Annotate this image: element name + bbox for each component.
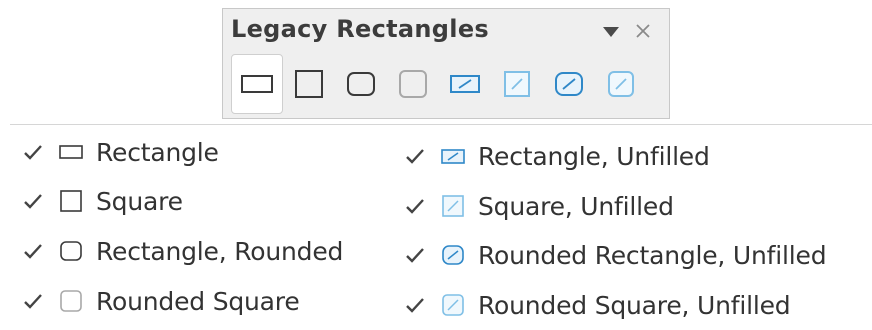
rectangle-button[interactable] <box>231 54 283 114</box>
rounded-square-unfilled-icon <box>442 294 464 316</box>
rectangle-unfilled-icon <box>450 75 480 93</box>
menu-item-square[interactable]: Square <box>22 180 183 222</box>
legacy-rectangles-toolbar: Legacy Rectangles <box>222 8 670 119</box>
menu-item-rectangle-unfilled[interactable]: Rectangle, Unfilled <box>404 135 710 177</box>
check-icon <box>24 244 42 259</box>
square-unfilled-button[interactable] <box>491 54 543 114</box>
square-unfilled-icon <box>504 71 530 97</box>
rounded-square-icon <box>399 70 427 98</box>
toolbar-title: Legacy Rectangles <box>231 15 489 43</box>
menu-item-rectangle-rounded[interactable]: Rectangle, Rounded <box>22 230 343 272</box>
menu-item-label: Square, Unfilled <box>478 191 674 221</box>
rectangle-rounded-button[interactable] <box>335 54 387 114</box>
rounded-rectangle-unfilled-icon <box>555 72 583 96</box>
rounded-square-button[interactable] <box>387 54 439 114</box>
rectangle-icon <box>59 145 83 159</box>
rectangle-rounded-icon <box>60 241 82 261</box>
check-icon <box>406 149 424 164</box>
visible-buttons-menu-left: Rectangle Square Rectangle, Rounded Roun… <box>10 124 392 330</box>
check-icon <box>406 298 424 313</box>
menu-item-rounded-square-unfilled[interactable]: Rounded Square, Unfilled <box>404 284 791 326</box>
square-icon <box>60 190 82 212</box>
close-icon[interactable] <box>633 21 653 41</box>
visible-buttons-menu-right: Rectangle, Unfilled Square, Unfilled Rou… <box>392 124 872 330</box>
menu-item-label: Rectangle, Rounded <box>96 236 344 266</box>
check-icon <box>24 194 42 209</box>
rounded-square-unfilled-button[interactable] <box>595 54 647 114</box>
rounded-square-icon <box>60 290 82 312</box>
rounded-rectangle-unfilled-button[interactable] <box>543 54 595 114</box>
menu-item-label: Rounded Square, Unfilled <box>478 290 791 320</box>
square-icon <box>295 70 323 98</box>
rectangle-rounded-icon <box>347 72 375 96</box>
toolbar-buttons <box>231 54 661 114</box>
menu-item-square-unfilled[interactable]: Square, Unfilled <box>404 185 674 227</box>
rectangle-unfilled-button[interactable] <box>439 54 491 114</box>
dropdown-arrow-icon[interactable] <box>603 27 619 37</box>
menu-item-label: Rounded Square <box>96 286 300 316</box>
rectangle-unfilled-icon <box>441 149 465 164</box>
menu-item-label: Rectangle <box>96 137 219 167</box>
square-button[interactable] <box>283 54 335 114</box>
menu-item-rectangle[interactable]: Rectangle <box>22 131 219 173</box>
check-icon <box>406 248 424 263</box>
menu-item-label: Rectangle, Unfilled <box>478 141 710 171</box>
app-canvas: Legacy Rectangles Rectangle Square Recta… <box>0 0 872 330</box>
check-icon <box>406 199 424 214</box>
menu-item-label: Square <box>96 186 183 216</box>
menu-item-rounded-square[interactable]: Rounded Square <box>22 280 300 322</box>
rounded-square-unfilled-icon <box>608 71 634 97</box>
rounded-rectangle-unfilled-icon <box>442 245 464 265</box>
rectangle-icon <box>241 75 273 93</box>
menu-item-label: Rounded Rectangle, Unfilled <box>478 240 827 270</box>
menu-item-rounded-rectangle-unfilled[interactable]: Rounded Rectangle, Unfilled <box>404 234 827 276</box>
square-unfilled-icon <box>442 195 464 217</box>
check-icon <box>24 294 42 309</box>
check-icon <box>24 145 42 160</box>
